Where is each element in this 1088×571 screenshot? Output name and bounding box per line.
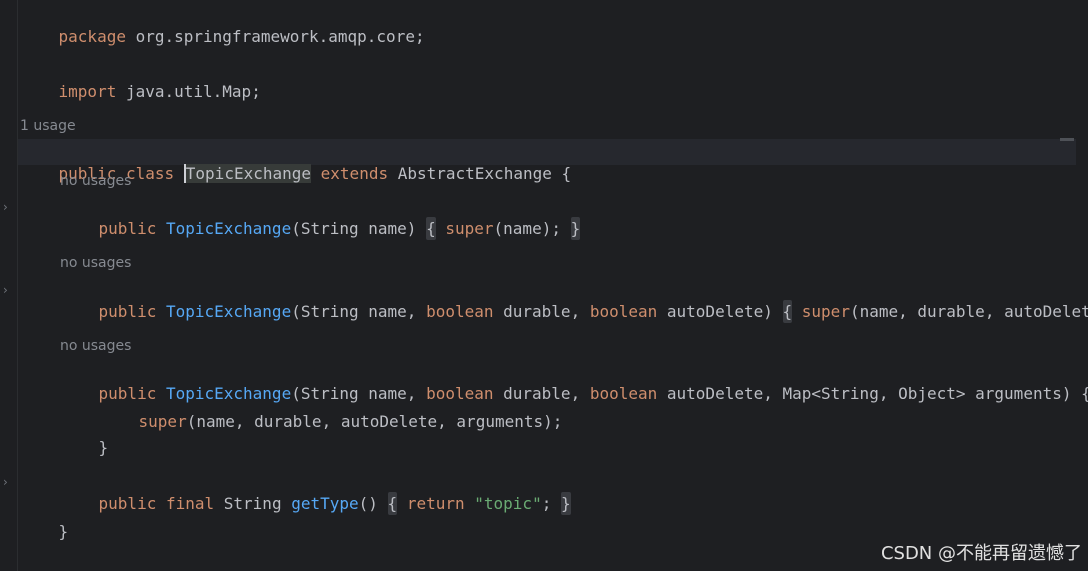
public-keyword: public — [98, 494, 157, 513]
package-line[interactable]: package org.springframework.amqp.core; — [20, 4, 425, 46]
chevron-right-icon[interactable]: › — [3, 196, 8, 218]
code-editor[interactable]: package org.springframework.amqp.core; i… — [0, 0, 1088, 571]
extends-keyword: extends — [320, 164, 389, 183]
chevron-right-icon[interactable]: › — [3, 471, 8, 493]
class-declaration-line[interactable]: public class TopicExchange extends Abstr… — [20, 141, 571, 183]
class-name[interactable]: TopicExchange — [183, 164, 312, 183]
public-keyword: public — [98, 302, 157, 321]
ctor2-args: (name, durable, autoDelete); } — [849, 302, 1088, 321]
ctor1-fold-open[interactable]: { — [426, 217, 436, 240]
ctor3-usage-hint[interactable]: no usages — [60, 336, 131, 356]
watermark: CSDN @不能再留遗憾了 — [880, 543, 1082, 564]
ctor2-params-3: autoDelete) — [657, 302, 773, 321]
ctor1-fold-close[interactable]: } — [570, 217, 581, 240]
ctor1-params: (String name) — [291, 219, 417, 238]
boolean-keyword: boolean — [589, 384, 658, 403]
ctor1-line[interactable]: public TopicExchange(String name) { supe… — [60, 196, 581, 240]
class-usage-hint[interactable]: 1 usage — [20, 116, 76, 136]
class-keyword: class — [125, 164, 175, 183]
final-keyword: final — [165, 494, 215, 513]
semicolon: ; — [541, 494, 552, 513]
ctor2-params-1: (String name, — [291, 302, 427, 321]
scroll-marker — [1060, 138, 1074, 141]
gutter-divider — [17, 0, 18, 571]
ctor1-name: TopicExchange — [165, 219, 292, 238]
import-name: java.util.Map; — [116, 82, 261, 101]
gettype-line[interactable]: public final String getType() { return "… — [60, 471, 571, 515]
ctor2-usage-hint[interactable]: no usages — [60, 253, 131, 273]
parent-class: AbstractExchange { — [388, 164, 572, 183]
gettype-fold-close[interactable]: } — [560, 492, 571, 515]
import-keyword: import — [58, 82, 117, 101]
ctor3-line[interactable]: public TopicExchange(String name, boolea… — [60, 361, 1088, 403]
ctor2-fold-open[interactable]: { — [782, 300, 793, 323]
ctor3-close-line[interactable]: } — [60, 415, 109, 457]
ctor1-usage-hint[interactable]: no usages — [60, 171, 131, 191]
super-keyword: super — [801, 302, 850, 321]
return-keyword: return — [406, 494, 465, 513]
ctor2-name: TopicExchange — [165, 302, 292, 321]
super-keyword: super — [138, 412, 187, 431]
ctor1-args: (name); — [493, 219, 561, 238]
class-close-line[interactable]: } — [20, 499, 69, 541]
boolean-keyword: boolean — [589, 302, 658, 321]
super-keyword: super — [445, 219, 494, 238]
public-keyword: public — [98, 219, 157, 238]
package-keyword: package — [58, 27, 126, 46]
import-line[interactable]: import java.util.Map; — [20, 59, 261, 101]
ctor2-params-2: durable, — [493, 302, 590, 321]
chevron-right-icon[interactable]: › — [3, 279, 8, 301]
ctor3-close-brace: } — [98, 438, 109, 457]
ctor2-line[interactable]: public TopicExchange(String name, boolea… — [60, 279, 1088, 323]
gettype-fold-open[interactable]: { — [387, 492, 398, 515]
ctor3-params-3: autoDelete, Map<String, Object> argument… — [657, 384, 1088, 403]
package-name: org.springframework.amqp.core; — [125, 27, 425, 46]
gettype-name: getType — [291, 494, 359, 513]
class-close-brace: } — [58, 522, 69, 541]
ctor3-body-line[interactable]: super(name, durable, autoDelete, argumen… — [100, 389, 563, 431]
ctor3-args: (name, durable, autoDelete, arguments); — [186, 412, 563, 431]
boolean-keyword: boolean — [426, 302, 494, 321]
gettype-parens: () — [358, 494, 378, 513]
return-type: String — [214, 494, 292, 513]
topic-string: "topic" — [474, 494, 542, 513]
